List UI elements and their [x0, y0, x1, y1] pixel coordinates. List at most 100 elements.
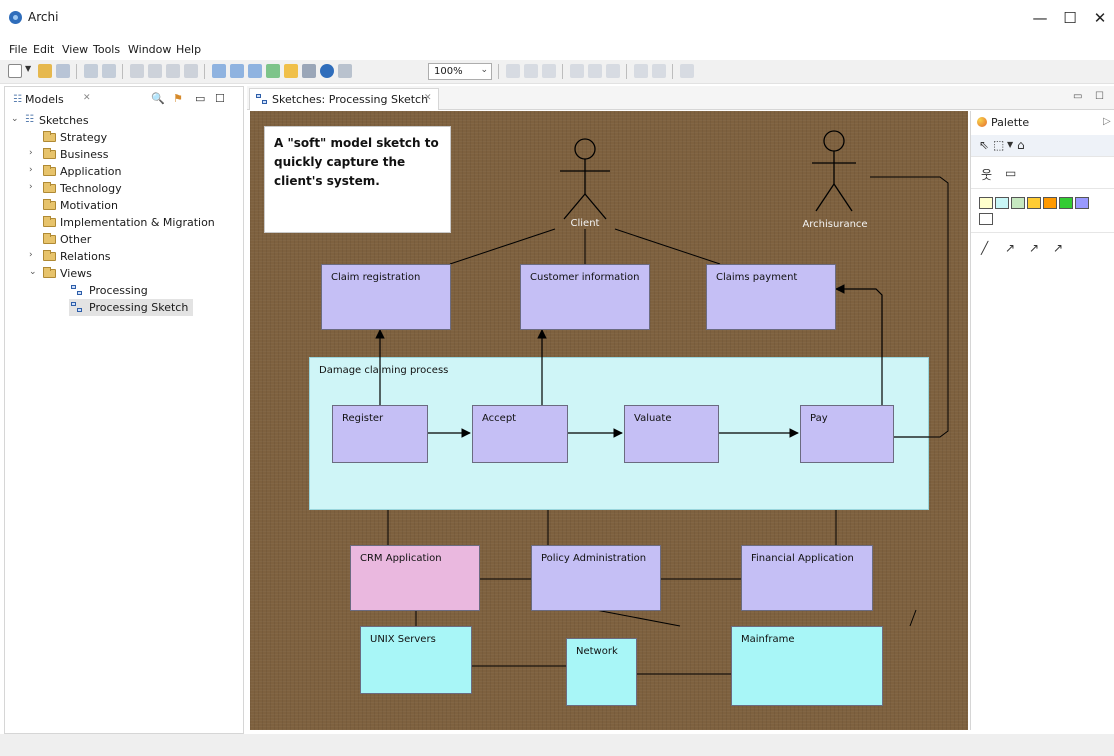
tree-item-view-processing[interactable]: Processing [57, 282, 197, 299]
process-step-pay[interactable]: Pay [800, 405, 894, 463]
tree-item-other[interactable]: Other [29, 231, 229, 248]
new-dropdown-icon[interactable]: ▼ [25, 64, 33, 78]
toolbar-separator [562, 64, 563, 79]
chevron-down-icon[interactable]: ⌄ [480, 65, 488, 75]
copy-icon[interactable] [148, 64, 162, 78]
sticky-swatch-8[interactable] [979, 213, 993, 225]
group-tool-icon[interactable]: ▭ [1005, 166, 1016, 180]
redo-icon[interactable] [102, 64, 116, 78]
node-unix-servers[interactable]: UNIX Servers [360, 626, 472, 694]
models-tree-icon[interactable] [212, 64, 226, 78]
dashed-arrow-connection-icon[interactable]: ↗ [1029, 241, 1039, 255]
sticky-swatch-5[interactable] [1043, 197, 1057, 209]
chevron-right-icon[interactable]: › [29, 250, 39, 260]
menu-tools[interactable]: Tools [93, 43, 120, 56]
chevron-down-icon[interactable]: ⌄ [11, 114, 21, 124]
tree-item-relations[interactable]: › Relations [29, 248, 229, 265]
search-icon[interactable]: 🔍 [151, 92, 165, 105]
align-top-icon[interactable] [570, 64, 584, 78]
toolbar: ▼ 100% ⌄ [0, 60, 1114, 84]
minimize-view-icon[interactable]: ▭ [195, 92, 205, 105]
sticky-swatch-7[interactable] [1075, 197, 1089, 209]
refresh-icon[interactable] [338, 64, 352, 78]
sticky-swatch-2[interactable] [995, 197, 1009, 209]
undo-icon[interactable] [84, 64, 98, 78]
zoom-combo[interactable]: 100% ⌄ [428, 63, 492, 80]
match-width-icon[interactable] [634, 64, 648, 78]
sketch-canvas[interactable]: A "soft" model sketch to quickly capture… [250, 111, 968, 730]
tree-item-strategy[interactable]: Strategy [29, 129, 229, 146]
save-icon[interactable] [56, 64, 70, 78]
minimize-editor-icon[interactable]: ▭ [1073, 91, 1082, 102]
chevron-right-icon[interactable]: ▷ [1103, 116, 1111, 127]
close-icon[interactable]: ✕ [424, 93, 432, 103]
tree-item-business[interactable]: › Business [29, 146, 229, 163]
folder-icon [43, 233, 56, 244]
tree-item-view-processing-sketch[interactable]: Processing Sketch [69, 299, 193, 316]
arrow-connection-icon[interactable]: ↗ [1005, 241, 1015, 255]
cut-icon[interactable] [130, 64, 144, 78]
application-policy-administration[interactable]: Policy Administration [531, 545, 661, 611]
actor-tool-icon[interactable]: 웃 [981, 166, 992, 183]
new-icon[interactable] [8, 64, 22, 78]
hints-icon[interactable] [302, 64, 316, 78]
chevron-right-icon[interactable]: › [29, 165, 39, 175]
application-crm[interactable]: CRM Application [350, 545, 480, 611]
models-tab-label: Models [25, 93, 64, 106]
open-icon[interactable] [38, 64, 52, 78]
marquee-dropdown-icon[interactable]: ▼ [1007, 140, 1013, 149]
chevron-down-icon[interactable]: ⌄ [29, 267, 39, 277]
tree-item-sketches[interactable]: ⌄ ☷ Sketches [11, 112, 231, 129]
info-icon[interactable] [320, 64, 334, 78]
tree-item-application[interactable]: › Application [29, 163, 229, 180]
default-size-icon[interactable] [680, 64, 694, 78]
paste-icon[interactable] [166, 64, 180, 78]
element-label: Valuate [634, 413, 672, 424]
match-height-icon[interactable] [652, 64, 666, 78]
node-mainframe[interactable]: Mainframe [731, 626, 883, 706]
menu-view[interactable]: View [62, 43, 88, 56]
menu-window[interactable]: Window [128, 43, 171, 56]
close-icon[interactable]: ✕ [83, 93, 91, 103]
process-step-valuate[interactable]: Valuate [624, 405, 719, 463]
menu-file[interactable]: File [9, 43, 27, 56]
tree-item-views[interactable]: ⌄ Views [29, 265, 229, 282]
format-painter-icon[interactable]: ⌂ [1017, 138, 1025, 152]
delete-icon[interactable] [184, 64, 198, 78]
align-center-icon[interactable] [524, 64, 538, 78]
editor-tab-processing-sketch[interactable]: Sketches: Processing Sketch ✕ [249, 88, 439, 110]
navigator-icon[interactable] [266, 64, 280, 78]
marquee-tool-icon[interactable]: ⬚ [993, 138, 1004, 152]
sticky-swatch-1[interactable] [979, 197, 993, 209]
maximize-editor-icon[interactable]: ☐ [1095, 91, 1104, 102]
align-bottom-icon[interactable] [606, 64, 620, 78]
chevron-right-icon[interactable]: › [29, 182, 39, 192]
maximize-view-icon[interactable]: ☐ [215, 92, 225, 105]
align-middle-icon[interactable] [588, 64, 602, 78]
align-right-icon[interactable] [542, 64, 556, 78]
filter-icon[interactable]: ⚑ [173, 92, 183, 105]
application-financial[interactable]: Financial Application [741, 545, 873, 611]
menu-edit[interactable]: Edit [33, 43, 54, 56]
palette-toggle-icon[interactable] [284, 64, 298, 78]
properties-icon[interactable] [230, 64, 244, 78]
line-connection-icon[interactable]: ╱ [981, 241, 988, 255]
outline-icon[interactable] [248, 64, 262, 78]
folder-icon [43, 199, 56, 210]
process-step-register[interactable]: Register [332, 405, 428, 463]
tree-item-motivation[interactable]: Motivation [29, 197, 229, 214]
tree-item-label: Relations [60, 250, 111, 263]
sticky-swatch-4[interactable] [1027, 197, 1041, 209]
process-step-accept[interactable]: Accept [472, 405, 568, 463]
menu-help[interactable]: Help [176, 43, 201, 56]
tree-item-technology[interactable]: › Technology [29, 180, 229, 197]
sticky-swatch-3[interactable] [1011, 197, 1025, 209]
open-arrow-connection-icon[interactable]: ↗ [1053, 241, 1063, 255]
tree-item-implementation-migration[interactable]: Implementation & Migration [29, 214, 239, 231]
node-network[interactable]: Network [566, 638, 637, 706]
align-left-icon[interactable] [506, 64, 520, 78]
sticky-swatch-6[interactable] [1059, 197, 1073, 209]
pointer-tool-icon[interactable]: ⇖ [979, 138, 989, 152]
close-button[interactable]: ✕ [1080, 4, 1114, 32]
chevron-right-icon[interactable]: › [29, 148, 39, 158]
